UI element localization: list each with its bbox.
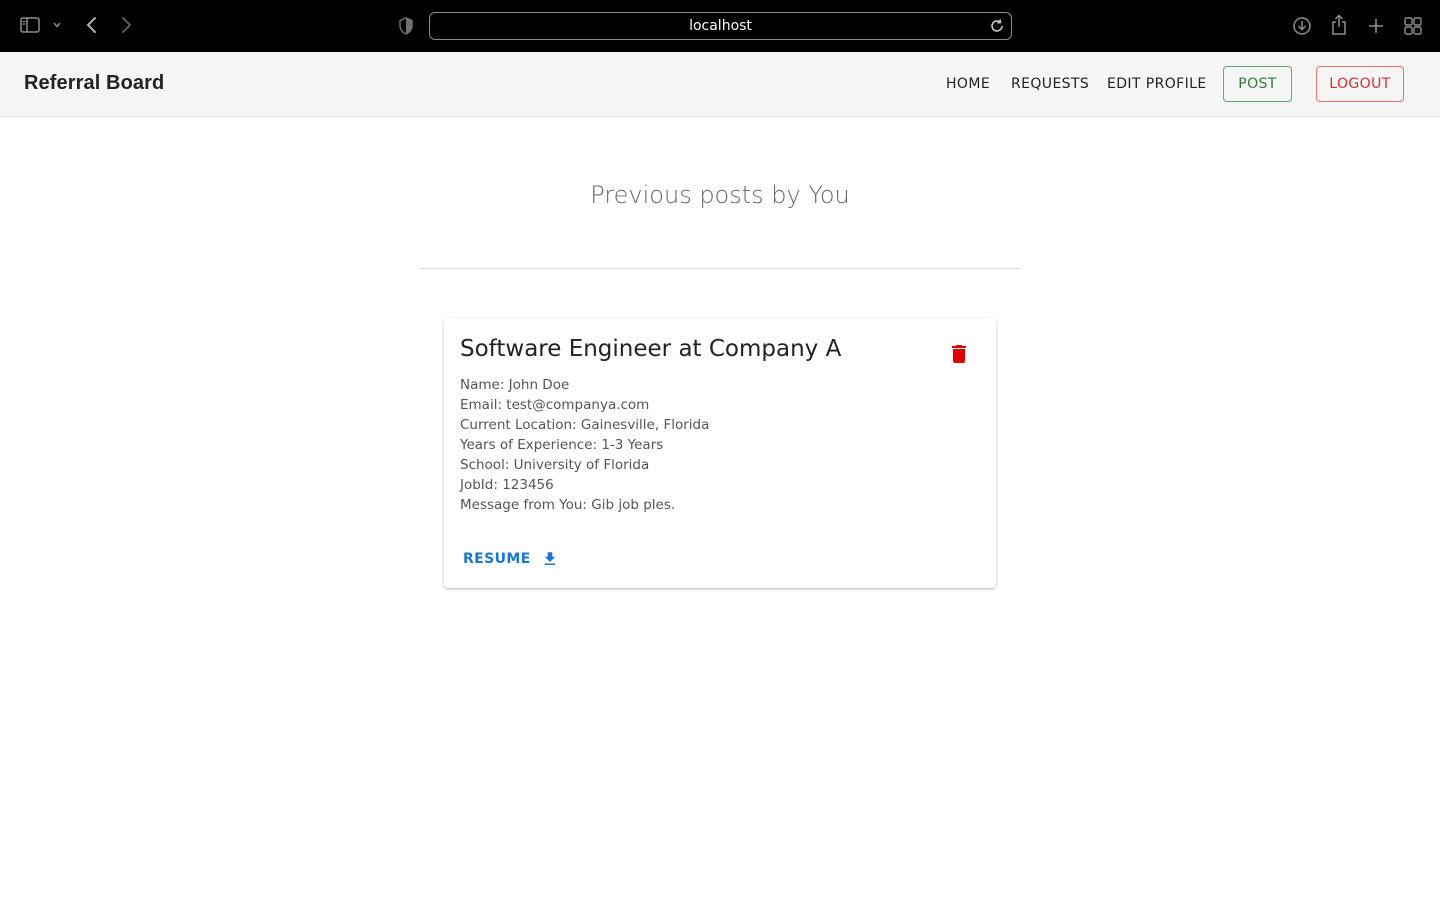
post-details: Name: John Doe Email: test@companya.com … [460,375,709,515]
divider [419,268,1021,269]
detail-message: Message from You: Gib job ples. [460,497,676,513]
address-bar[interactable]: localhost [429,12,1012,40]
sidebar-icon[interactable] [20,16,40,34]
tabs-grid-icon[interactable] [1404,17,1422,35]
detail-job-id: JobId: 123456 [460,477,554,493]
back-icon[interactable] [84,16,100,34]
post-button[interactable]: POST [1223,66,1292,102]
nav-edit-profile[interactable]: EDIT PROFILE [1107,76,1207,92]
resume-button[interactable]: RESUME [455,544,567,574]
plus-icon[interactable] [1367,17,1385,35]
download-icon[interactable] [1292,16,1312,36]
chevron-down-icon[interactable] [52,20,62,30]
url-text: localhost [689,18,752,34]
download-icon [544,552,555,565]
trash-icon[interactable] [947,342,971,366]
post-card: Software Engineer at Company A Name: Joh… [444,318,996,588]
shield-icon [398,17,414,35]
share-icon[interactable] [1330,14,1348,36]
detail-email: Email: test@companya.com [460,397,650,413]
browser-toolbar: localhost [0,0,1440,52]
nav-requests[interactable]: REQUESTS [1011,76,1089,92]
app-header: Referral Board HOME REQUESTS EDIT PROFIL… [0,52,1440,117]
nav-home[interactable]: HOME [946,76,990,92]
forward-icon[interactable] [118,16,134,34]
logout-button[interactable]: LOGOUT [1316,66,1404,102]
brand-title[interactable]: Referral Board [24,72,164,95]
detail-experience: Years of Experience: 1-3 Years [460,437,664,453]
page-title: Previous posts by You [590,181,850,209]
resume-label: RESUME [463,551,531,567]
detail-name: Name: John Doe [460,377,570,393]
post-title: Software Engineer at Company A [460,336,842,362]
reload-icon[interactable] [989,18,1005,34]
detail-school: School: University of Florida [460,457,650,473]
detail-location: Current Location: Gainesville, Florida [460,417,710,433]
